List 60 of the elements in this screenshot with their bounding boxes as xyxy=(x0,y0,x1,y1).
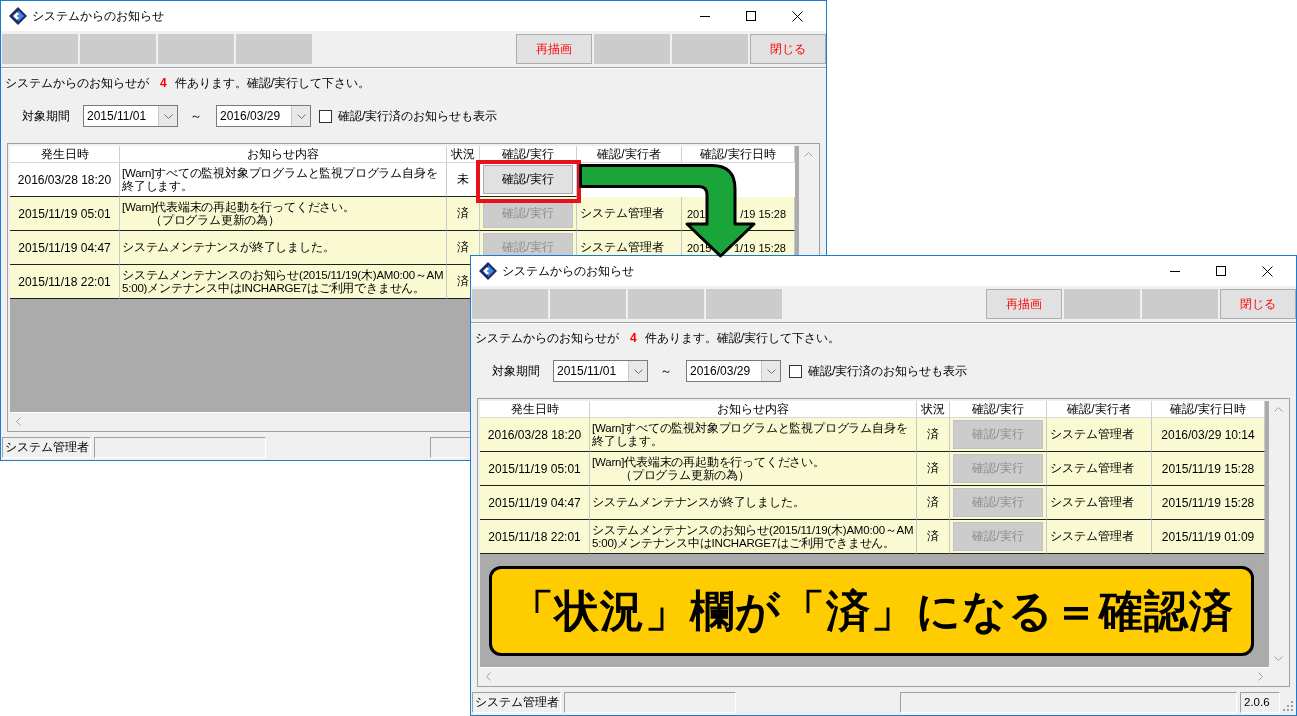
diamond-logo-icon xyxy=(9,7,27,25)
chevron-up-icon[interactable] xyxy=(804,152,813,157)
callout-banner: 「状況」欄が「済」になる＝確認済 xyxy=(489,566,1254,656)
checkbox-label[interactable]: 確認/実行済のお知らせも表示 xyxy=(808,362,968,380)
table-row[interactable]: 2016/03/28 18:20 [Warn]すべての監視対象プログラムと監視プログラム自身を終了します。 未 確認/実行 xyxy=(10,163,577,197)
minimize-icon xyxy=(1170,270,1180,272)
dropdown-button[interactable] xyxy=(628,361,647,381)
datetime-text: 2015 xyxy=(687,241,712,254)
date-field[interactable]: 2015/11/01 xyxy=(553,360,648,382)
date-field[interactable]: 2015/11/01 xyxy=(83,105,178,127)
close-icon xyxy=(791,10,803,22)
notice-count: 4 xyxy=(160,76,167,90)
notice-text: システムからのお知らせが xyxy=(475,329,619,347)
resize-grip-icon[interactable] xyxy=(1283,701,1293,711)
dropdown-button[interactable] xyxy=(761,361,780,381)
maximize-icon xyxy=(1216,266,1226,276)
status-panel: システム管理者 xyxy=(2,436,91,458)
chevron-down-icon xyxy=(163,113,173,119)
chevron-left-icon[interactable] xyxy=(16,417,21,426)
message-text: （プログラム更新の為） xyxy=(150,213,280,227)
window-title: システムからのお知らせ xyxy=(502,262,634,280)
message-text: （プログラム更新の為） xyxy=(620,468,750,482)
window-title: システムからのお知らせ xyxy=(32,7,164,25)
date-field[interactable]: 2016/03/29 xyxy=(216,105,311,127)
dropdown-button[interactable] xyxy=(158,106,177,126)
checkbox[interactable] xyxy=(789,364,802,378)
chevron-left-icon[interactable] xyxy=(486,672,491,681)
datetime-text: 201 xyxy=(687,207,706,220)
chevron-down-icon xyxy=(633,368,643,374)
datetime-text: /19 15:28 xyxy=(740,207,786,220)
datetime-text: 1/19 15:28 xyxy=(734,241,786,254)
status-panel: 2.0.6 xyxy=(1240,691,1280,713)
checkbox-label[interactable]: 確認/実行済のお知らせも表示 xyxy=(338,107,498,125)
chevron-down-icon xyxy=(766,368,776,374)
range-separator: ～ xyxy=(190,107,202,125)
status-panel: システム管理者 xyxy=(472,691,561,713)
date-field[interactable]: 2016/03/29 xyxy=(686,360,781,382)
notice-count: 4 xyxy=(630,331,637,345)
maximize-icon xyxy=(746,11,756,21)
chevron-down-icon xyxy=(296,113,306,119)
chevron-down-icon[interactable] xyxy=(1274,656,1283,661)
chevron-up-icon[interactable] xyxy=(1274,407,1283,412)
diamond-logo-icon xyxy=(479,262,497,280)
column-header: 確認/実行者 xyxy=(577,146,682,163)
notice-text: システムからのお知らせが xyxy=(5,74,149,92)
chevron-right-icon[interactable] xyxy=(1258,672,1263,681)
minimize-icon xyxy=(700,15,710,17)
confirm-button[interactable]: 確認/実行 xyxy=(483,165,573,194)
notice-text: 件あります。確認/実行して下さい。 xyxy=(644,329,841,347)
column-header: 確認/実行 xyxy=(480,146,577,163)
period-label: 対象期間 xyxy=(22,107,70,125)
checkbox[interactable] xyxy=(319,109,332,123)
notice-text: 件あります。確認/実行して下さい。 xyxy=(174,74,371,92)
message-text: [Warn]代表端末の再起動を行ってください。 xyxy=(122,200,355,213)
column-header: 確認/実行日時 xyxy=(682,146,795,163)
period-label: 対象期間 xyxy=(492,362,540,380)
dropdown-button[interactable] xyxy=(291,106,310,126)
close-icon xyxy=(1261,265,1273,277)
range-separator: ～ xyxy=(660,362,672,380)
message-text: [Warn]代表端末の再起動を行ってください。 xyxy=(592,455,825,468)
